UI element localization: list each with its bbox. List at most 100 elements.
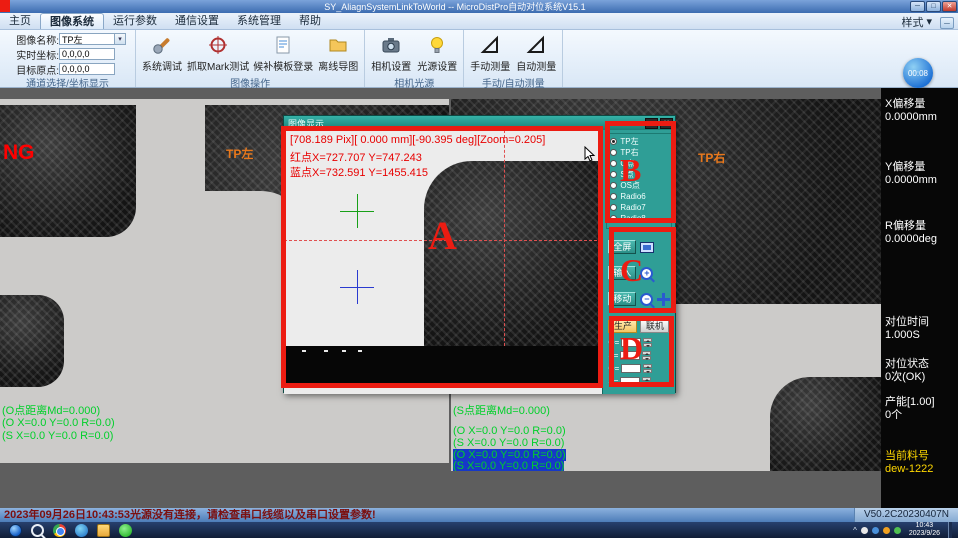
- dialog-title-bar[interactable]: 图像显示 ─ ✕: [284, 116, 675, 130]
- ribbon-minimize-icon[interactable]: ─: [940, 17, 954, 29]
- offset-info-panel: X偏移量0.0000mm Y偏移量0.0000mm R偏移量0.0000deg …: [881, 88, 958, 508]
- tab-run-params[interactable]: 运行参数: [104, 13, 166, 29]
- tab-image-system[interactable]: 图像系统: [40, 13, 104, 29]
- align-status: 对位状态0次(OK): [885, 358, 956, 384]
- radio-icon: [610, 204, 617, 211]
- tray-icon[interactable]: [894, 527, 901, 534]
- manual-measure-button[interactable]: 手动测量: [467, 32, 513, 74]
- group-label: 手动/自动测量: [464, 75, 562, 87]
- minimize-button[interactable]: ─: [910, 1, 925, 12]
- tray-icon[interactable]: [883, 527, 890, 534]
- part-corner-preview: [424, 161, 602, 347]
- grab-mark-test-button[interactable]: 抓取Mark测试: [185, 32, 251, 74]
- current-part-number: 当前料号dew-1222: [885, 450, 956, 476]
- status-bar: 2023年09月26日10:43:53光源没有连接，请检查串口线缆以及串口设置参…: [0, 508, 958, 522]
- horizontal-guide-line: [284, 240, 602, 241]
- camera-label: TP左: [226, 145, 253, 162]
- tab-comm-settings[interactable]: 通信设置: [166, 13, 228, 29]
- radio-option[interactable]: Radio6: [610, 191, 668, 202]
- stepper-value[interactable]: [620, 377, 640, 386]
- zoom-out-icon[interactable]: −: [640, 293, 653, 306]
- group-image-ops: 系统调试 抓取Mark测试 候补模板登录 离线导图 图像操作: [136, 30, 365, 87]
- stepper-arrows[interactable]: [642, 377, 651, 386]
- style-dropdown[interactable]: 样式 ▾: [893, 14, 940, 29]
- green-crosshair: [340, 194, 374, 228]
- application-window: SY_AliagnSystemLinkToWorld -- MicroDistP…: [0, 0, 958, 538]
- monitor-icon[interactable]: [640, 242, 654, 253]
- template-register-button[interactable]: 候补模板登录: [251, 32, 315, 74]
- image-debug-dialog: 图像显示 ─ ✕ [708.189 Pix][ 0.000 mm][-90.39…: [283, 115, 676, 393]
- taskbar-clock[interactable]: 10:43 2023/9/26: [905, 522, 944, 538]
- stepper-arrows[interactable]: [642, 351, 651, 360]
- system-debug-button[interactable]: 系统调试: [139, 32, 185, 74]
- version-label: V50.2C20230407N: [854, 508, 958, 522]
- radio-icon: [610, 182, 617, 189]
- style-label: 样式: [901, 14, 923, 30]
- dialog-close-button[interactable]: ✕: [660, 118, 673, 129]
- move-arrows-icon[interactable]: [657, 293, 670, 306]
- file-explorer-icon[interactable]: [97, 524, 110, 537]
- tab-system-management[interactable]: 系统管理: [228, 13, 290, 29]
- tab-help[interactable]: 帮助: [290, 13, 330, 29]
- stepper-value[interactable]: [621, 364, 641, 373]
- camera-settings-button[interactable]: 相机设置: [368, 32, 414, 74]
- channel-radio-group: TP左 TP右 O点 S点 OS点 Radio6 Radio7 Radio8: [606, 133, 672, 229]
- zoom-in-icon[interactable]: +: [640, 267, 653, 280]
- mark-target-icon: [207, 34, 229, 56]
- group-measure: 手动测量 自动测量 手动/自动测量: [464, 30, 563, 87]
- maximize-button[interactable]: □: [926, 1, 941, 12]
- start-button[interactable]: [9, 524, 22, 537]
- dialog-image-area[interactable]: [708.189 Pix][ 0.000 mm][-90.395 deg][Zo…: [284, 130, 602, 394]
- overlay-coords-o: (O X=0.0 Y=0.0 R=0.0): [2, 417, 115, 429]
- close-button[interactable]: ✕: [942, 1, 957, 12]
- dialog-minimize-button[interactable]: ─: [645, 118, 658, 129]
- radio-icon: [610, 171, 617, 178]
- chrome-icon[interactable]: [53, 524, 66, 537]
- system-tray: ^ 10:43 2023/9/26: [853, 522, 958, 538]
- production-button[interactable]: 生产: [608, 320, 637, 333]
- folder-icon: [327, 34, 349, 56]
- image-name-select[interactable]: [59, 33, 115, 45]
- stepper-arrows[interactable]: [643, 338, 652, 347]
- tray-icon[interactable]: [872, 527, 879, 534]
- auto-measure-button[interactable]: 自动测量: [513, 32, 559, 74]
- stepper-arrows[interactable]: [643, 364, 652, 373]
- view-control-group: 全屏 输入 + 移动 −: [606, 232, 672, 314]
- taskbar: ^ 10:43 2023/9/26: [0, 522, 958, 538]
- stepper-value[interactable]: [620, 351, 640, 360]
- online-button[interactable]: 联机: [640, 320, 669, 333]
- browser-icon[interactable]: [75, 524, 88, 537]
- manual-measure-icon: [479, 34, 501, 56]
- vertical-guide-line: [504, 130, 505, 346]
- realtime-coord-field[interactable]: [59, 48, 115, 60]
- radio-option[interactable]: TP左: [610, 136, 668, 147]
- search-icon[interactable]: [31, 524, 44, 537]
- align-time: 对位时间1.000S: [885, 316, 956, 342]
- offline-image-button[interactable]: 离线导图: [315, 32, 361, 74]
- radio-option[interactable]: Radio8: [610, 213, 668, 224]
- blue-point-readout: 蓝点X=732.591 Y=1455.415: [290, 164, 428, 180]
- light-settings-button[interactable]: 光源设置: [414, 32, 460, 74]
- move-button[interactable]: 移动: [608, 292, 636, 306]
- radio-option[interactable]: OS点: [610, 180, 668, 191]
- show-desktop-button[interactable]: [948, 522, 952, 538]
- menu-bar: 主页 图像系统 运行参数 通信设置 系统管理 帮助 样式 ▾ ─: [0, 13, 958, 30]
- app-icon[interactable]: [119, 524, 132, 537]
- stepper-value[interactable]: [621, 338, 641, 347]
- capacity: 产能[1.00]0个: [885, 396, 956, 422]
- stepper-row: O=: [608, 362, 670, 375]
- radio-option[interactable]: TP右: [610, 147, 668, 158]
- tray-icon[interactable]: [861, 527, 868, 534]
- radio-option[interactable]: Radio7: [610, 202, 668, 213]
- fullscreen-button[interactable]: 全屏: [608, 240, 636, 254]
- chevron-down-icon[interactable]: ▾: [115, 33, 126, 45]
- thumbnail-strip: [284, 346, 602, 384]
- dialog-side-panel: TP左 TP右 O点 S点 OS点 Radio6 Radio7 Radio8 全…: [602, 130, 675, 394]
- target-origin-field[interactable]: [59, 63, 115, 75]
- input-button[interactable]: 输入: [608, 266, 636, 280]
- tab-home[interactable]: 主页: [0, 13, 40, 29]
- tray-expand-icon[interactable]: ^: [853, 526, 857, 535]
- radio-option[interactable]: O点: [610, 158, 668, 169]
- group-label: 图像操作: [136, 75, 364, 87]
- radio-option[interactable]: S点: [610, 169, 668, 180]
